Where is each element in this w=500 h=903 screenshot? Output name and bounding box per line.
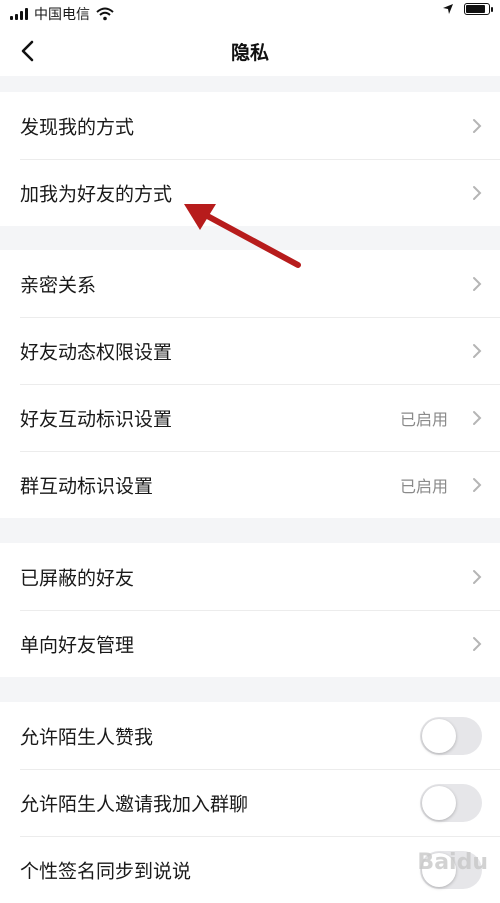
settings-group-blocked: 已屏蔽的好友 单向好友管理 — [0, 543, 500, 677]
row-blocked-friends[interactable]: 已屏蔽的好友 — [0, 543, 500, 610]
row-status-value: 已启用 — [399, 476, 448, 496]
chevron-right-icon — [473, 477, 482, 492]
row-group-interaction-badge[interactable]: 群互动标识设置 已启用 — [0, 451, 500, 518]
row-status-value: 已启用 — [399, 409, 448, 429]
row-friend-feed-permissions[interactable]: 好友动态权限设置 — [0, 317, 500, 384]
signal-icon — [10, 8, 28, 20]
row-label: 亲密关系 — [20, 274, 97, 296]
row-label: 允许陌生人邀请我加入群聊 — [20, 793, 249, 815]
wifi-icon — [96, 7, 114, 21]
watermark: Baidu — [417, 850, 488, 875]
battery-icon — [464, 3, 493, 15]
row-allow-stranger-likes: 允许陌生人赞我 — [0, 702, 500, 769]
row-label: 发现我的方式 — [20, 116, 135, 138]
row-discover-me[interactable]: 发现我的方式 — [0, 92, 500, 159]
chevron-right-icon — [473, 569, 482, 584]
row-label: 加我为好友的方式 — [20, 183, 173, 205]
location-icon — [443, 4, 453, 14]
toggle-switch[interactable] — [420, 716, 482, 755]
row-friend-interaction-badge[interactable]: 好友互动标识设置 已启用 — [0, 384, 500, 451]
chevron-right-icon — [473, 118, 482, 133]
chevron-right-icon — [473, 276, 482, 291]
chevron-right-icon — [473, 636, 482, 651]
chevron-right-icon — [473, 410, 482, 425]
toggle-switch[interactable] — [420, 783, 482, 822]
row-label: 群互动标识设置 — [20, 475, 154, 497]
chevron-right-icon — [473, 343, 482, 358]
settings-group-discovery: 发现我的方式 加我为好友的方式 — [0, 92, 500, 226]
carrier-label: 中国电信 — [34, 7, 90, 23]
row-label: 好友互动标识设置 — [20, 408, 173, 430]
row-label: 好友动态权限设置 — [20, 341, 173, 363]
status-bar: 中国电信 — [0, 0, 500, 26]
settings-group-friends: 亲密关系 好友动态权限设置 好友互动标识设置 已启用 群互动标识设置 已启用 — [0, 250, 500, 518]
row-label: 允许陌生人赞我 — [20, 726, 154, 748]
row-label: 已屏蔽的好友 — [20, 567, 135, 589]
row-allow-stranger-group-invite: 允许陌生人邀请我加入群聊 — [0, 769, 500, 836]
row-one-way-friends[interactable]: 单向好友管理 — [0, 610, 500, 677]
chevron-right-icon — [473, 185, 482, 200]
row-label: 单向好友管理 — [20, 634, 135, 656]
nav-bar: 隐私 — [0, 26, 500, 76]
row-add-friend-method[interactable]: 加我为好友的方式 — [0, 159, 500, 226]
page-title: 隐私 — [230, 42, 269, 64]
row-label: 个性签名同步到说说 — [20, 860, 192, 882]
row-intimate-relations[interactable]: 亲密关系 — [0, 250, 500, 317]
